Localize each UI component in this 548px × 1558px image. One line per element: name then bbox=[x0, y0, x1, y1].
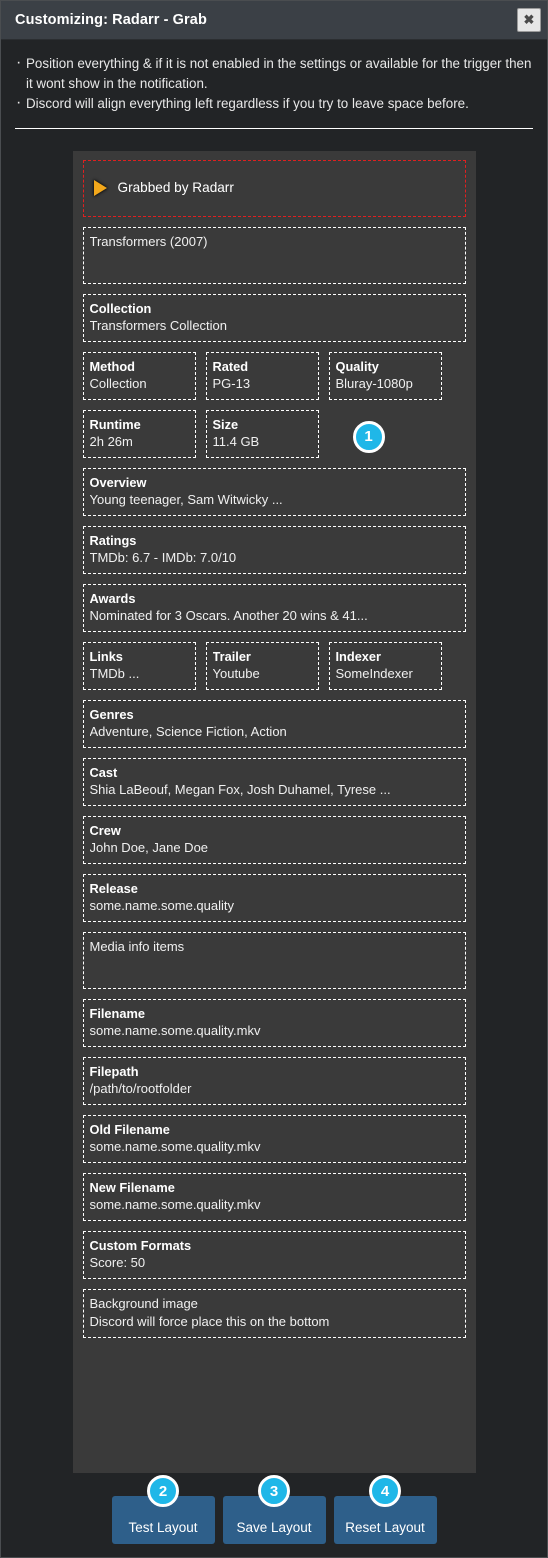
layout-field-size-label: Size bbox=[212, 416, 239, 432]
layout-field-ratings-value: TMDb: 6.7 - IMDb: 7.0/10 bbox=[89, 549, 237, 565]
layout-field-trailer-value: Youtube bbox=[212, 665, 260, 681]
instructions-block: Position everything & if it is not enabl… bbox=[1, 40, 547, 114]
layout-field-title-value: Transformers (2007) bbox=[89, 233, 208, 249]
customizing-modal: Customizing: Radarr - Grab ✖ Position ev… bbox=[0, 0, 548, 1558]
layout-field-new-filename-value: some.name.some.quality.mkv bbox=[89, 1196, 261, 1212]
layout-field-ratings[interactable]: Ratings TMDb: 6.7 - IMDb: 7.0/10 bbox=[82, 525, 466, 574]
layout-field-collection[interactable]: Collection Transformers Collection bbox=[82, 293, 466, 342]
layout-field-collection-label: Collection bbox=[89, 300, 152, 316]
layout-field-runtime-value: 2h 26m bbox=[89, 433, 133, 449]
layout-field-indexer-value: SomeIndexer bbox=[335, 665, 413, 681]
layout-field-ratings-label: Ratings bbox=[89, 532, 137, 548]
layout-field-title[interactable]: Transformers (2007) bbox=[82, 226, 466, 284]
layout-field-filepath-label: Filepath bbox=[89, 1063, 139, 1079]
layout-field-filepath[interactable]: Filepath /path/to/rootfolder bbox=[82, 1056, 466, 1105]
layout-field-old-filename[interactable]: Old Filename some.name.some.quality.mkv bbox=[82, 1114, 466, 1163]
test-layout-wrap: 2 Test Layout bbox=[111, 1475, 215, 1544]
layout-field-cast-value: Shia LaBeouf, Megan Fox, Josh Duhamel, T… bbox=[89, 781, 391, 797]
layout-field-indexer-label: Indexer bbox=[335, 648, 382, 664]
layout-field-method-label: Method bbox=[89, 358, 136, 374]
play-triangle-icon bbox=[93, 179, 107, 196]
modal-titlebar: Customizing: Radarr - Grab ✖ bbox=[1, 1, 547, 40]
layout-row-two: Runtime 2h 26m Size 11.4 GB 1 bbox=[82, 409, 466, 458]
layout-field-cast[interactable]: Cast Shia LaBeouf, Megan Fox, Josh Duham… bbox=[82, 757, 466, 806]
layout-field-filename-label: Filename bbox=[89, 1005, 145, 1021]
layout-field-quality-label: Quality bbox=[335, 358, 379, 374]
layout-field-filename[interactable]: Filename some.name.some.quality.mkv bbox=[82, 998, 466, 1047]
layout-canvas[interactable]: Grabbed by Radarr Transformers (2007) Co… bbox=[72, 150, 476, 1473]
layout-field-awards[interactable]: Awards Nominated for 3 Oscars. Another 2… bbox=[82, 583, 466, 632]
layout-field-quality-value: Bluray-1080p bbox=[335, 375, 413, 391]
layout-field-genres-value: Adventure, Science Fiction, Action bbox=[89, 723, 287, 739]
layout-field-trailer-label: Trailer bbox=[212, 648, 251, 664]
layout-field-overview-label: Overview bbox=[89, 474, 147, 490]
layout-field-filepath-value: /path/to/rootfolder bbox=[89, 1080, 192, 1096]
layout-field-crew[interactable]: Crew John Doe, Jane Doe bbox=[82, 815, 466, 864]
layout-field-indexer[interactable]: Indexer SomeIndexer bbox=[328, 641, 442, 690]
instruction-line-2: Discord will align everything left regar… bbox=[15, 93, 533, 114]
layout-field-custom-formats-value: Score: 50 bbox=[89, 1254, 146, 1270]
layout-field-links-value: TMDb ... bbox=[89, 665, 140, 681]
layout-field-custom-formats[interactable]: Custom Formats Score: 50 bbox=[82, 1230, 466, 1279]
layout-field-trailer[interactable]: Trailer Youtube bbox=[205, 641, 319, 690]
layout-field-new-filename-label: New Filename bbox=[89, 1179, 175, 1195]
step-badge-1: 1 bbox=[352, 420, 385, 453]
page-title: Customizing: Radarr - Grab bbox=[15, 12, 207, 28]
layout-field-genres-label: Genres bbox=[89, 706, 134, 722]
layout-field-release[interactable]: Release some.name.some.quality bbox=[82, 873, 466, 922]
layout-field-new-filename[interactable]: New Filename some.name.some.quality.mkv bbox=[82, 1172, 466, 1221]
layout-field-rated[interactable]: Rated PG-13 bbox=[205, 351, 319, 400]
layout-field-method-value: Collection bbox=[89, 375, 147, 391]
layout-row-two-spacer: 1 bbox=[329, 410, 466, 458]
layout-field-custom-formats-label: Custom Formats bbox=[89, 1237, 192, 1253]
layout-field-awards-value: Nominated for 3 Oscars. Another 20 wins … bbox=[89, 607, 368, 623]
layout-field-background-image-line1: Background image bbox=[89, 1295, 198, 1311]
step-badge-3: 3 bbox=[258, 1475, 290, 1507]
instruction-line-1: Position everything & if it is not enabl… bbox=[15, 53, 533, 93]
layout-field-cast-label: Cast bbox=[89, 764, 118, 780]
layout-field-overview-value: Young teenager, Sam Witwicky ... bbox=[89, 491, 283, 507]
layout-field-header-label: Grabbed by Radarr bbox=[117, 179, 234, 195]
layout-field-runtime-label: Runtime bbox=[89, 416, 141, 432]
layout-field-background-image-line2: Discord will force place this on the bot… bbox=[89, 1313, 330, 1329]
layout-field-crew-label: Crew bbox=[89, 822, 121, 838]
layout-canvas-wrap: Grabbed by Radarr Transformers (2007) Co… bbox=[1, 129, 547, 1473]
save-layout-wrap: 3 Save Layout bbox=[222, 1475, 326, 1544]
layout-field-method[interactable]: Method Collection bbox=[82, 351, 196, 400]
layout-field-media-info-value: Media info items bbox=[89, 938, 185, 954]
layout-field-collection-value: Transformers Collection bbox=[89, 317, 228, 333]
step-badge-4: 4 bbox=[369, 1475, 401, 1507]
layout-field-links-label: Links bbox=[89, 648, 123, 664]
layout-field-filename-value: some.name.some.quality.mkv bbox=[89, 1022, 261, 1038]
layout-field-crew-value: John Doe, Jane Doe bbox=[89, 839, 209, 855]
layout-row-three: Links TMDb ... Trailer Youtube Indexer S… bbox=[82, 641, 466, 690]
layout-field-header[interactable]: Grabbed by Radarr bbox=[82, 159, 466, 217]
step-badge-2: 2 bbox=[147, 1475, 179, 1507]
layout-field-rated-label: Rated bbox=[212, 358, 249, 374]
layout-field-rated-value: PG-13 bbox=[212, 375, 251, 391]
modal-footer: 2 Test Layout 3 Save Layout 4 Reset Layo… bbox=[1, 1473, 547, 1557]
layout-field-media-info[interactable]: Media info items bbox=[82, 931, 466, 989]
reset-layout-wrap: 4 Reset Layout bbox=[333, 1475, 437, 1544]
layout-field-links[interactable]: Links TMDb ... bbox=[82, 641, 196, 690]
layout-field-size[interactable]: Size 11.4 GB bbox=[205, 409, 319, 458]
layout-field-release-value: some.name.some.quality bbox=[89, 897, 235, 913]
layout-field-quality[interactable]: Quality Bluray-1080p bbox=[328, 351, 442, 400]
layout-field-old-filename-value: some.name.some.quality.mkv bbox=[89, 1138, 261, 1154]
layout-field-release-label: Release bbox=[89, 880, 138, 896]
layout-field-overview[interactable]: Overview Young teenager, Sam Witwicky ..… bbox=[82, 467, 466, 516]
layout-field-background-image[interactable]: Background image Discord will force plac… bbox=[82, 1288, 466, 1338]
layout-field-genres[interactable]: Genres Adventure, Science Fiction, Actio… bbox=[82, 699, 466, 748]
close-icon[interactable]: ✖ bbox=[517, 8, 541, 32]
layout-field-size-value: 11.4 GB bbox=[212, 433, 260, 449]
layout-row-one: Method Collection Rated PG-13 Quality Bl… bbox=[82, 351, 466, 400]
layout-field-awards-label: Awards bbox=[89, 590, 136, 606]
layout-field-runtime[interactable]: Runtime 2h 26m bbox=[82, 409, 196, 458]
layout-field-old-filename-label: Old Filename bbox=[89, 1121, 170, 1137]
